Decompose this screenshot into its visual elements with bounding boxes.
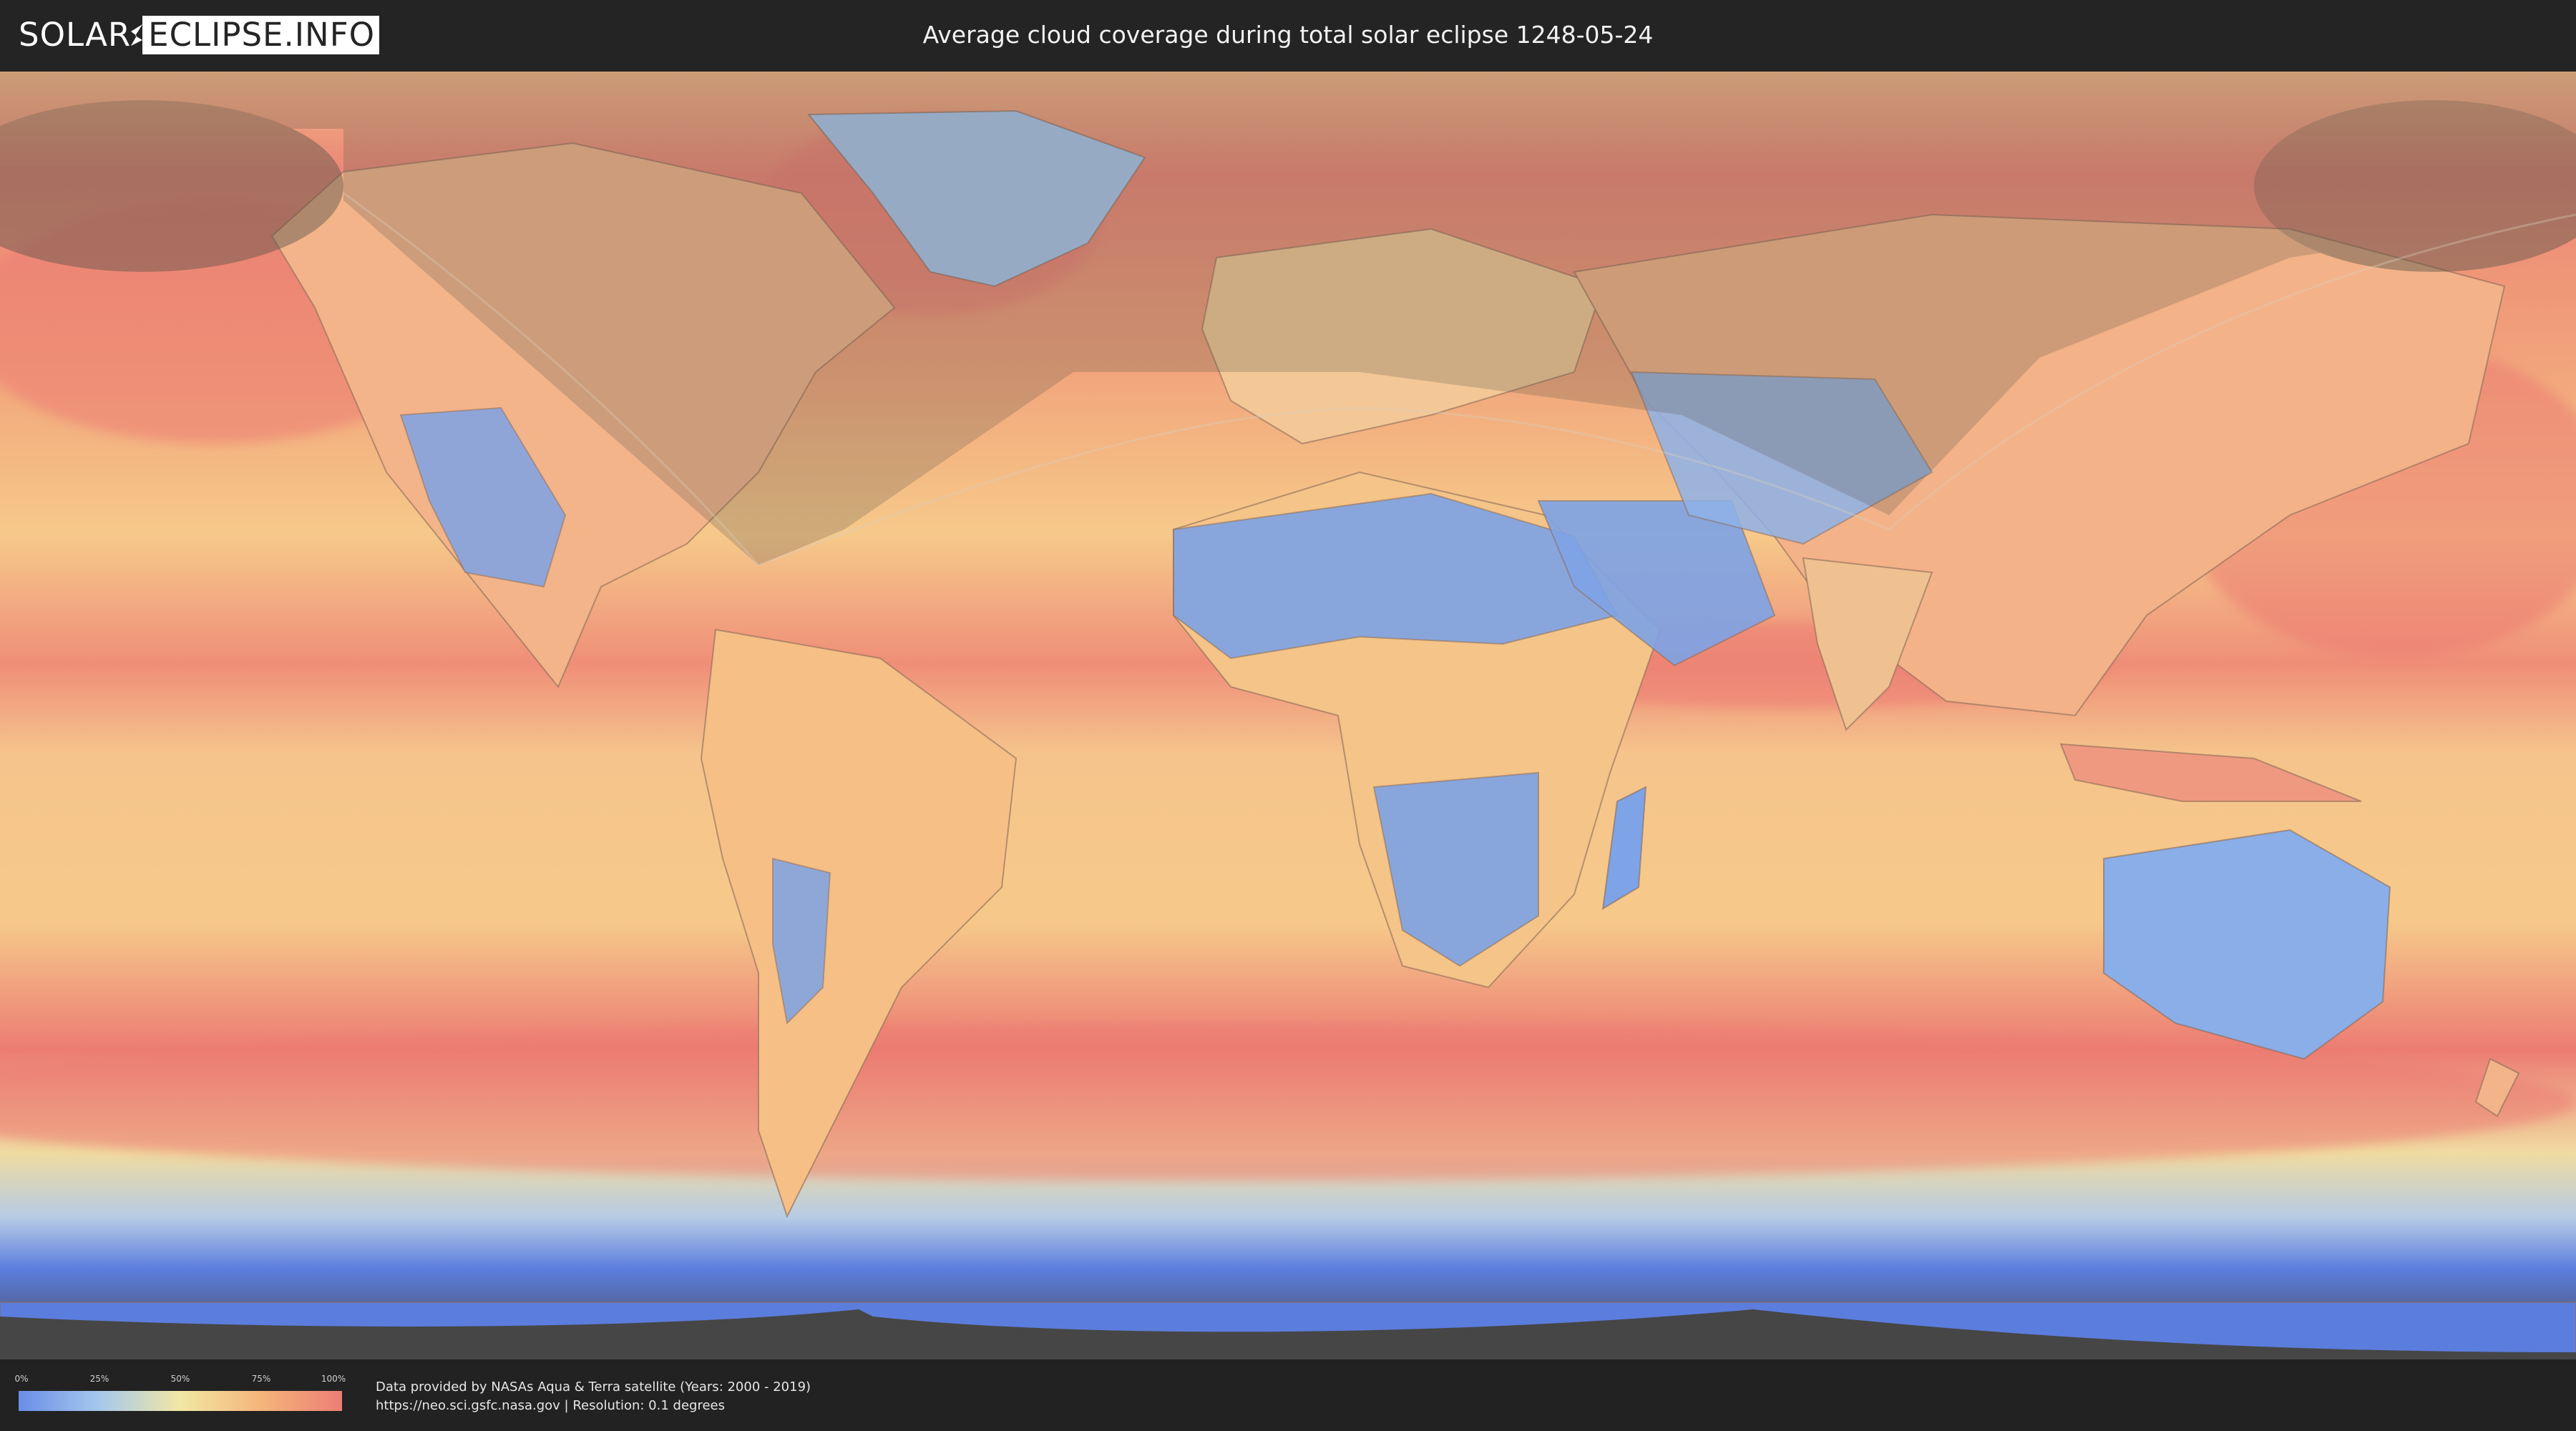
page-title: Average cloud coverage during total sola… xyxy=(922,21,1654,49)
world-map-svg xyxy=(0,72,2576,1359)
header-bar: SOLAR ECLIPSE.INFO Average cloud coverag… xyxy=(0,0,2576,72)
legend-tick-100: 100% xyxy=(321,1374,346,1384)
credits-line-1: Data provided by NASAs Aqua & Terra sate… xyxy=(376,1379,811,1395)
credits-line-2: https://neo.sci.gsfc.nasa.gov | Resoluti… xyxy=(376,1398,725,1413)
legend-color-bar xyxy=(19,1391,342,1411)
footer-bar: 0% 25% 50% 75% 100% Data provided by NAS… xyxy=(0,1359,2576,1431)
legend-tick-0: 0% xyxy=(14,1374,29,1384)
legend-tick-75: 75% xyxy=(251,1374,271,1384)
legend-tick-50: 50% xyxy=(170,1374,190,1384)
cloud-coverage-map[interactable] xyxy=(0,72,2576,1359)
data-credits: Data provided by NASAs Aqua & Terra sate… xyxy=(376,1378,811,1415)
cloud-coverage-legend: 0% 25% 50% 75% 100% xyxy=(14,1374,346,1417)
legend-tick-25: 25% xyxy=(89,1374,109,1384)
